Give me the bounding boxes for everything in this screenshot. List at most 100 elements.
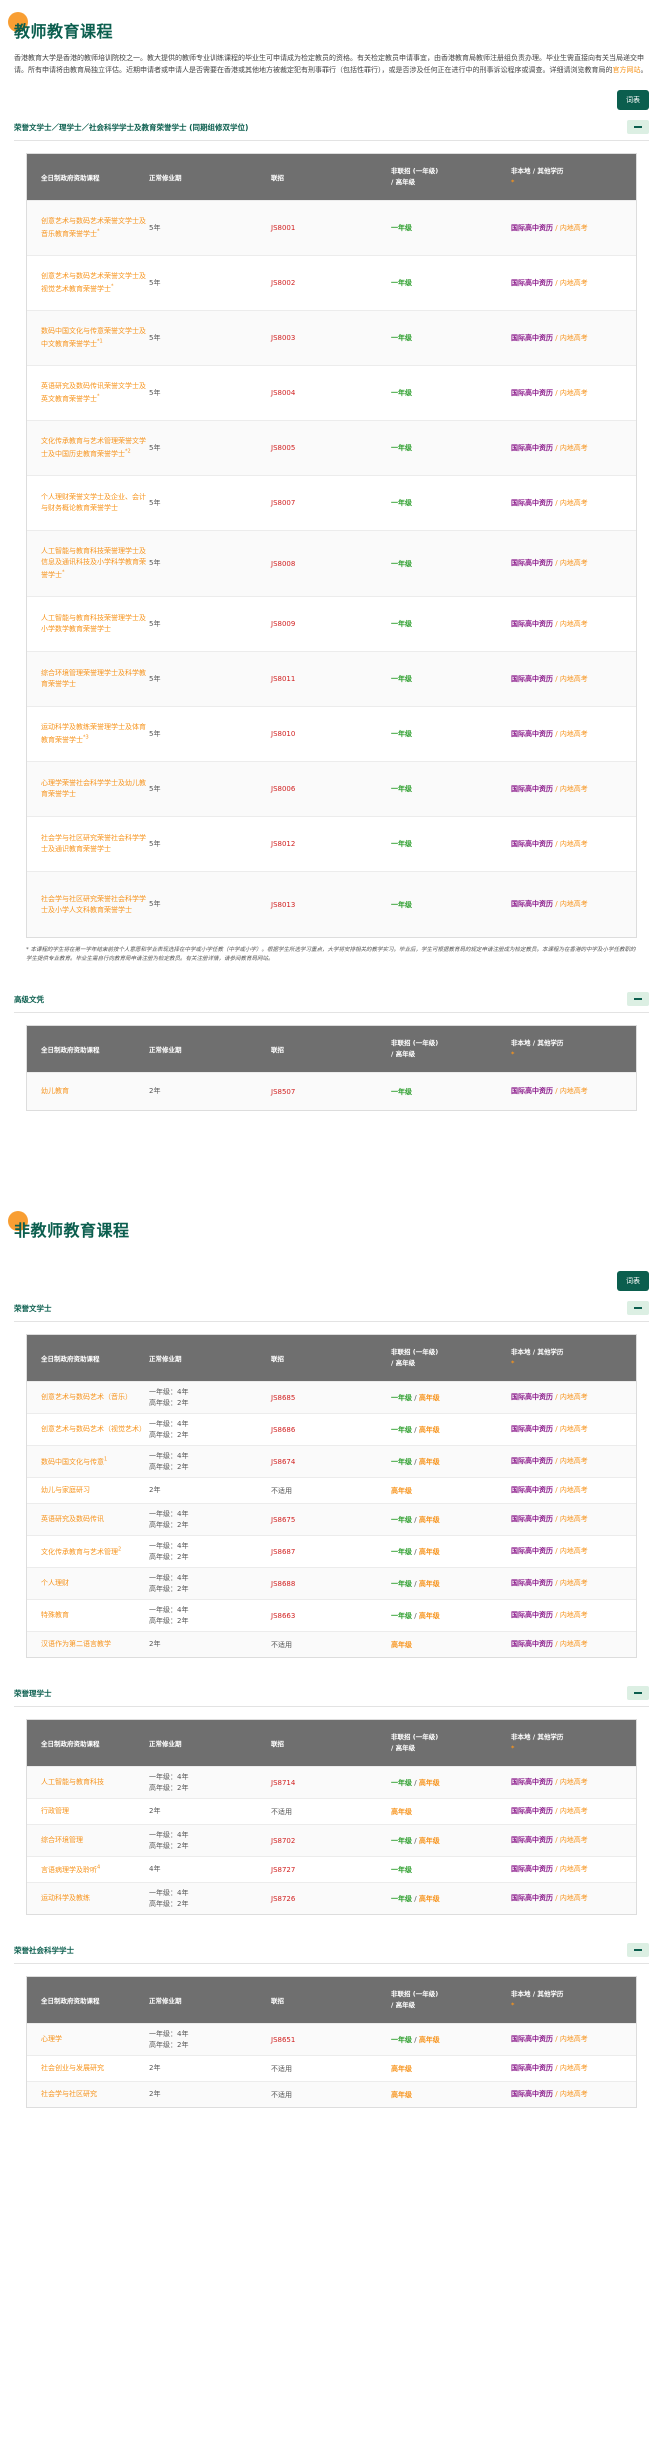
program-link[interactable]: 幼儿教育 xyxy=(41,1087,69,1095)
nonlocal-secondary[interactable]: 内地高考 xyxy=(560,1807,588,1815)
glossary-button[interactable]: 词表 xyxy=(617,1271,649,1291)
nonlocal-secondary[interactable]: 内地高考 xyxy=(560,1579,588,1587)
program-link[interactable]: 个人理财 xyxy=(41,1579,69,1587)
nonlocal-secondary[interactable]: 内地高考 xyxy=(560,1865,588,1873)
nonlocal-secondary[interactable]: 内地高考 xyxy=(560,1836,588,1844)
program-link[interactable]: 心理学荣誉社会科学学士及幼儿教育荣誉学士 xyxy=(41,779,146,798)
nonlocal-primary[interactable]: 国际高中资历 xyxy=(511,900,553,908)
nonlocal-primary[interactable]: 国际高中资历 xyxy=(511,785,553,793)
nonlocal-secondary[interactable]: 内地高考 xyxy=(560,730,588,738)
program-link[interactable]: 创意艺术与数码艺术荣誉文学士及音乐教育荣誉学士* xyxy=(41,217,146,238)
program-link[interactable]: 个人理财荣誉文学士及企业、会计与财务概论教育荣誉学士 xyxy=(41,493,146,512)
nonlocal-primary[interactable]: 国际高中资历 xyxy=(511,1425,553,1433)
program-link[interactable]: 幼儿与家庭研习 xyxy=(41,1486,90,1494)
nonlocal-secondary[interactable]: 内地高考 xyxy=(560,224,588,232)
nonlocal-secondary[interactable]: 内地高考 xyxy=(560,2035,588,2043)
nonlocal-secondary[interactable]: 内地高考 xyxy=(560,900,588,908)
program-link[interactable]: 心理学 xyxy=(41,2035,62,2043)
nonlocal-primary[interactable]: 国际高中资历 xyxy=(511,1807,553,1815)
nonlocal-secondary[interactable]: 内地高考 xyxy=(560,1778,588,1786)
program-link[interactable]: 社会学与社区研究 xyxy=(41,2090,97,2098)
nonlocal-secondary[interactable]: 内地高考 xyxy=(560,620,588,628)
program-link[interactable]: 运动科学及教练荣誉理学士及体育教育荣誉学士*3 xyxy=(41,723,146,744)
program-link[interactable]: 人工智能与教育科技荣誉理学士及信息及通讯科技及小学科学教育荣誉学士* xyxy=(41,547,146,579)
program-link[interactable]: 英语研究及数码传讯荣誉文学士及英文教育荣誉学士* xyxy=(41,382,146,403)
nonlocal-primary[interactable]: 国际高中资历 xyxy=(511,1547,553,1555)
nonlocal-primary[interactable]: 国际高中资历 xyxy=(511,1457,553,1465)
program-link[interactable]: 人工智能与教育科技 xyxy=(41,1778,104,1786)
nonlocal-primary[interactable]: 国际高中资历 xyxy=(511,730,553,738)
nonlocal-primary[interactable]: 国际高中资历 xyxy=(511,444,553,452)
nonlocal-secondary[interactable]: 内地高考 xyxy=(560,1894,588,1902)
nonlocal-primary[interactable]: 国际高中资历 xyxy=(511,2064,553,2072)
nonlocal-secondary[interactable]: 内地高考 xyxy=(560,1547,588,1555)
official-website-link[interactable]: 官方网站 xyxy=(613,66,641,74)
nonlocal-secondary[interactable]: 内地高考 xyxy=(560,1393,588,1401)
program-link[interactable]: 创意艺术与数码艺术（视觉艺术） xyxy=(41,1425,146,1433)
glossary-button[interactable]: 词表 xyxy=(617,90,649,110)
program-link[interactable]: 社会学与社区研究荣誉社会科学学士及小学人文科教育荣誉学士 xyxy=(41,895,146,914)
program-link[interactable]: 综合环境管理 xyxy=(41,1836,83,1844)
nonlocal-primary[interactable]: 国际高中资历 xyxy=(511,559,553,567)
nonlocal-secondary[interactable]: 内地高考 xyxy=(560,1457,588,1465)
nonlocal-secondary[interactable]: 内地高考 xyxy=(560,389,588,397)
nonlocal-primary[interactable]: 国际高中资历 xyxy=(511,840,553,848)
nonlocal-secondary[interactable]: 内地高考 xyxy=(560,675,588,683)
nonlocal-primary[interactable]: 国际高中资历 xyxy=(511,224,553,232)
nonlocal-primary[interactable]: 国际高中资历 xyxy=(511,1836,553,1844)
program-link[interactable]: 创意艺术与数码艺术（音乐） xyxy=(41,1393,132,1401)
nonlocal-primary[interactable]: 国际高中资历 xyxy=(511,2090,553,2098)
nonlocal-secondary[interactable]: 内地高考 xyxy=(560,1087,588,1095)
nonlocal-primary[interactable]: 国际高中资历 xyxy=(511,1087,553,1095)
program-link[interactable]: 特殊教育 xyxy=(41,1611,69,1619)
nonlocal-primary[interactable]: 国际高中资历 xyxy=(511,620,553,628)
nonlocal-secondary[interactable]: 内地高考 xyxy=(560,2064,588,2072)
nonlocal-secondary[interactable]: 内地高考 xyxy=(560,1486,588,1494)
nonlocal-secondary[interactable]: 内地高考 xyxy=(560,785,588,793)
nonlocal-primary[interactable]: 国际高中资历 xyxy=(511,1393,553,1401)
program-link[interactable]: 行政管理 xyxy=(41,1807,69,1815)
nonlocal-primary[interactable]: 国际高中资历 xyxy=(511,675,553,683)
nonlocal-primary[interactable]: 国际高中资历 xyxy=(511,1640,553,1648)
nonlocal-secondary[interactable]: 内地高考 xyxy=(560,559,588,567)
program-link[interactable]: 社会学与社区研究荣誉社会科学学士及通识教育荣誉学士 xyxy=(41,834,146,853)
nonlocal-primary[interactable]: 国际高中资历 xyxy=(511,499,553,507)
program-link[interactable]: 人工智能与教育科技荣誉理学士及小学数学教育荣誉学士 xyxy=(41,614,146,633)
collapse-toggle-icon[interactable] xyxy=(627,1686,649,1700)
nonlocal-secondary[interactable]: 内地高考 xyxy=(560,1425,588,1433)
nonlocal-primary[interactable]: 国际高中资历 xyxy=(511,389,553,397)
nonlocal-primary[interactable]: 国际高中资历 xyxy=(511,1486,553,1494)
nonlocal-primary[interactable]: 国际高中资历 xyxy=(511,1894,553,1902)
program-link[interactable]: 数码中国文化与传意荣誉文学士及中文教育荣誉学士*1 xyxy=(41,327,146,348)
nonlocal-primary[interactable]: 国际高中资历 xyxy=(511,1865,553,1873)
nonlocal-primary[interactable]: 国际高中资历 xyxy=(511,1611,553,1619)
nonlocal-primary[interactable]: 国际高中资历 xyxy=(511,334,553,342)
program-link[interactable]: 汉语作为第二语言教学 xyxy=(41,1640,111,1648)
program-link[interactable]: 数码中国文化与传意1 xyxy=(41,1457,107,1466)
program-link[interactable]: 创意艺术与数码艺术荣誉文学士及视觉艺术教育荣誉学士* xyxy=(41,272,146,293)
nonlocal-secondary[interactable]: 内地高考 xyxy=(560,499,588,507)
nonlocal-secondary[interactable]: 内地高考 xyxy=(560,334,588,342)
nonlocal-secondary[interactable]: 内地高考 xyxy=(560,1640,588,1648)
nonlocal-secondary[interactable]: 内地高考 xyxy=(560,444,588,452)
collapse-toggle-icon[interactable] xyxy=(627,120,649,134)
nonlocal-primary[interactable]: 国际高中资历 xyxy=(511,1515,553,1523)
nonlocal-secondary[interactable]: 内地高考 xyxy=(560,1515,588,1523)
program-link[interactable]: 文化传承教育与艺术管理荣誉文学士及中国历史教育荣誉学士*2 xyxy=(41,437,146,458)
nonlocal-primary[interactable]: 国际高中资历 xyxy=(511,279,553,287)
program-link[interactable]: 言语病理学及聆听4 xyxy=(41,1865,100,1874)
program-link[interactable]: 综合环境管理荣誉理学士及科学教育荣誉学士 xyxy=(41,669,146,688)
nonlocal-secondary[interactable]: 内地高考 xyxy=(560,2090,588,2098)
nonlocal-secondary[interactable]: 内地高考 xyxy=(560,1611,588,1619)
nonlocal-secondary[interactable]: 内地高考 xyxy=(560,840,588,848)
nonlocal-primary[interactable]: 国际高中资历 xyxy=(511,1778,553,1786)
program-link[interactable]: 英语研究及数码传讯 xyxy=(41,1515,104,1523)
nonlocal-primary[interactable]: 国际高中资历 xyxy=(511,1579,553,1587)
collapse-toggle-icon[interactable] xyxy=(627,1943,649,1957)
nonlocal-primary[interactable]: 国际高中资历 xyxy=(511,2035,553,2043)
collapse-toggle-icon[interactable] xyxy=(627,992,649,1006)
nonlocal-secondary[interactable]: 内地高考 xyxy=(560,279,588,287)
collapse-toggle-icon[interactable] xyxy=(627,1301,649,1315)
program-link[interactable]: 文化传承教育与艺术管理2 xyxy=(41,1547,121,1556)
program-link[interactable]: 社会创业与发展研究 xyxy=(41,2064,104,2072)
